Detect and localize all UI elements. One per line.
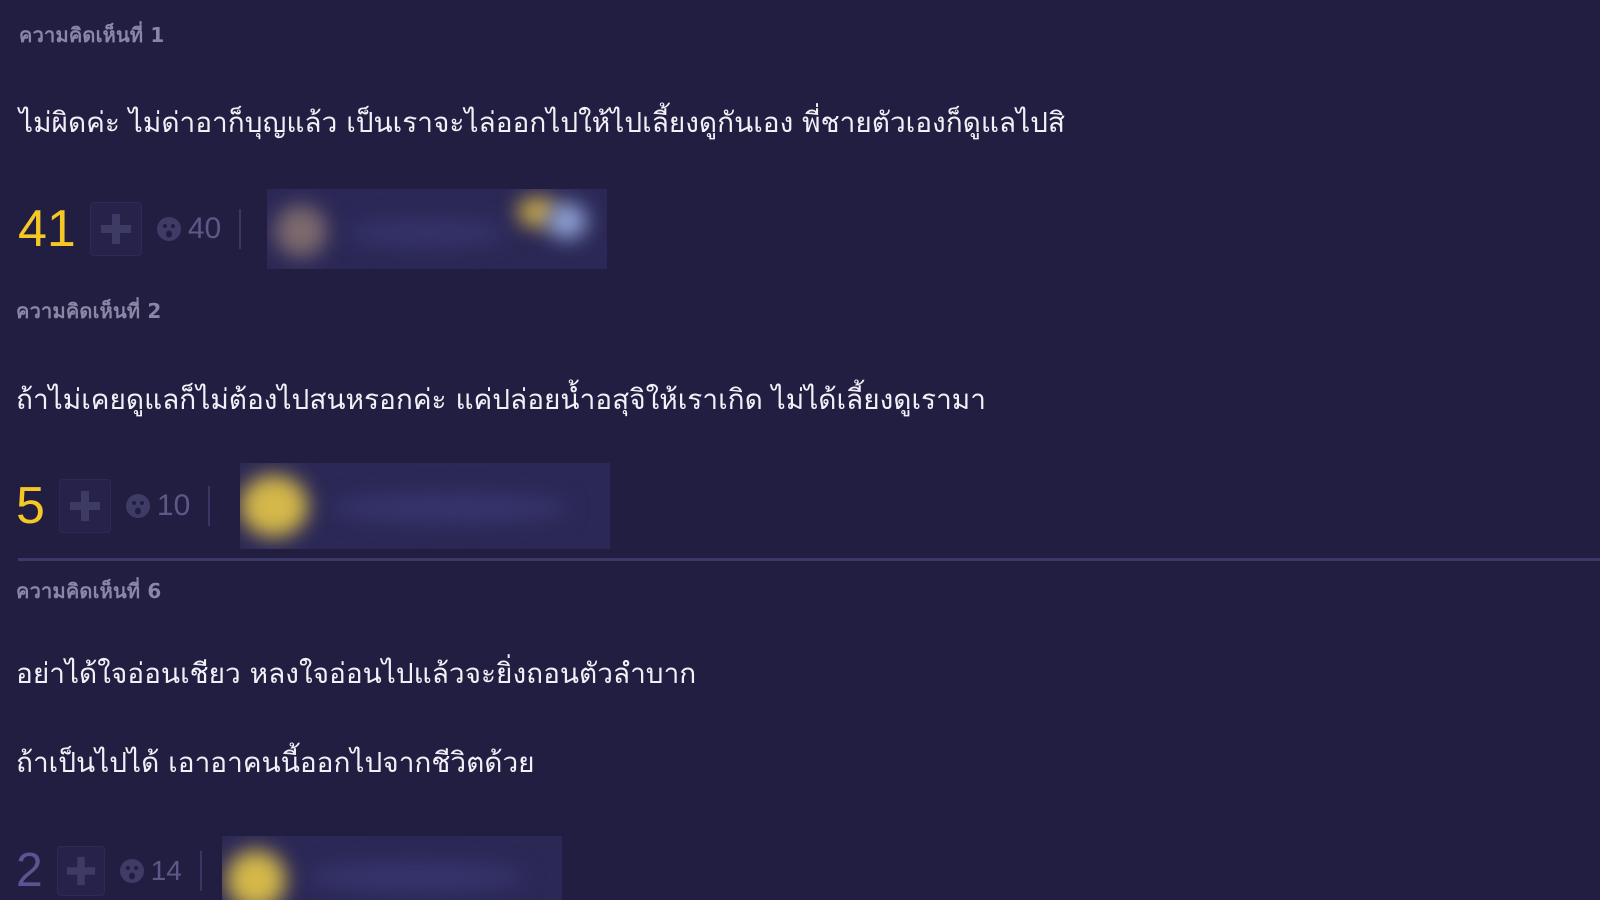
comment-footer: 41 40 xyxy=(18,189,608,269)
comment-divider xyxy=(18,558,1600,561)
blurred-member-info xyxy=(240,463,611,549)
emotion-counter[interactable]: 10 xyxy=(125,489,190,523)
comment-header: ความคิดเห็นที่ 1 xyxy=(19,23,165,47)
blurred-member-info xyxy=(221,836,562,900)
comment-footer: 5 10 xyxy=(16,463,611,549)
comment-footer: 2 14 xyxy=(16,836,562,900)
comment-text: ไม่ผิดค่ะ ไม่ด่าอาก็บุญแล้ว เป็นเราจะไล่… xyxy=(19,106,1066,139)
vote-score: 5 xyxy=(16,477,45,535)
emotion-counter[interactable]: 14 xyxy=(119,855,182,887)
emotion-count: 10 xyxy=(156,489,191,522)
comment-header: ความคิดเห็นที่ 2 xyxy=(16,299,162,323)
separator xyxy=(239,209,242,249)
emotion-face-icon xyxy=(156,217,181,241)
comment-text-line-2: ถ้าเป็นไปได้ เอาอาคนนี้ออกไปจากชีวิตด้วย xyxy=(16,746,535,779)
emotion-count: 14 xyxy=(150,855,182,886)
separator xyxy=(199,851,202,891)
comment-thread: ความคิดเห็นที่ 1 ไม่ผิดค่ะ ไม่ด่าอาก็บุญ… xyxy=(0,0,1600,900)
emotion-count: 40 xyxy=(187,212,222,245)
upvote-button[interactable] xyxy=(58,479,111,533)
emotion-face-icon xyxy=(125,494,150,518)
vote-score: 2 xyxy=(16,844,43,897)
emotion-face-icon xyxy=(119,859,144,883)
separator xyxy=(208,486,211,526)
comment-header: ความคิดเห็นที่ 6 xyxy=(16,579,162,603)
plus-icon xyxy=(69,491,100,521)
upvote-button[interactable] xyxy=(89,202,142,256)
upvote-button[interactable] xyxy=(56,846,105,896)
plus-icon xyxy=(100,214,131,244)
emotion-counter[interactable]: 40 xyxy=(156,212,221,246)
vote-score: 41 xyxy=(18,200,76,258)
comment-text-line-1: อย่าได้ใจอ่อนเชียว หลงใจอ่อนไปแล้วจะยิ่ง… xyxy=(16,657,697,690)
plus-icon xyxy=(66,856,95,886)
comment-text: ถ้าไม่เคยดูแลก็ไม่ต้องไปสนหรอกค่ะ แค่ปล่… xyxy=(16,383,986,416)
blurred-member-info xyxy=(267,189,608,269)
